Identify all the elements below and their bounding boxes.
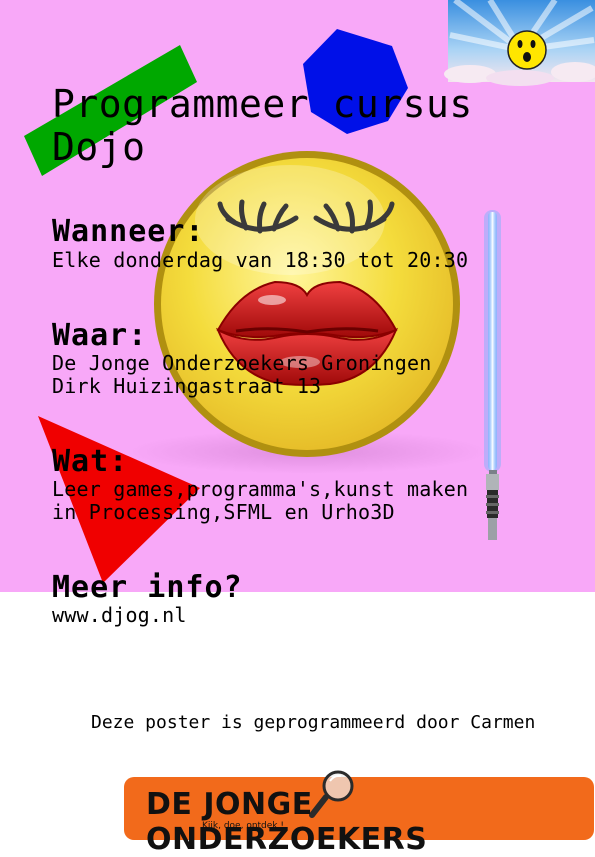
- sky-smiley-icon: [444, 0, 595, 86]
- where-address: De Jonge Onderzoekers Groningen Dirk Hui…: [52, 352, 431, 398]
- title-line-1: Programmeer cursus: [52, 82, 473, 126]
- kissing-smiley-icon: [128, 151, 488, 474]
- what-line-1: Leer games,programma's,kunst maken: [52, 477, 469, 501]
- title-line-2: Dojo: [52, 125, 146, 169]
- lightsaber-icon: [484, 210, 501, 540]
- page-title: Programmeer cursus Dojo: [52, 83, 473, 169]
- info-link[interactable]: www.djog.nl: [52, 604, 187, 627]
- when-text: Elke donderdag van 18:30 tot 20:30: [52, 248, 469, 272]
- where-line-2: Dirk Huizingastraat 13: [52, 374, 322, 398]
- where-line-1: De Jonge Onderzoekers Groningen: [52, 351, 432, 375]
- what-text: Leer games,programma's,kunst maken in Pr…: [52, 478, 468, 524]
- where-heading: Waar:: [52, 318, 148, 353]
- info-heading: Meer info?: [52, 570, 243, 605]
- logo-tagline: Kijk, doe, ontdek !: [202, 821, 284, 831]
- what-heading: Wat:: [52, 444, 129, 479]
- djog-logo: DE JONGE ONDERZOEKERS Kijk, doe, ontdek …: [124, 777, 594, 857]
- when-heading: Wanneer:: [52, 214, 205, 249]
- what-line-2: in Processing,SFML en Urho3D: [52, 500, 395, 524]
- credit-text: Deze poster is geprogrammeerd door Carme…: [91, 712, 536, 733]
